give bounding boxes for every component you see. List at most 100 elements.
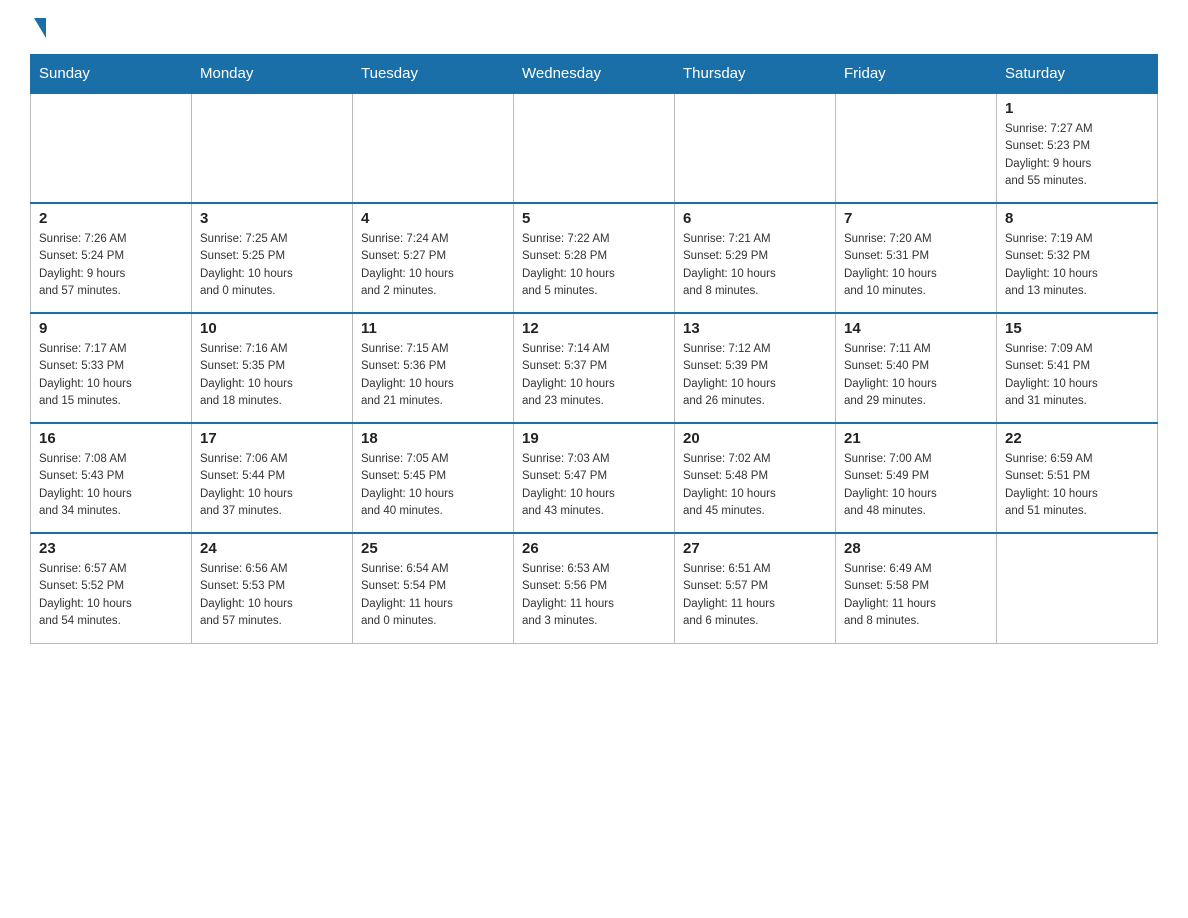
page-header <box>30 20 1158 34</box>
calendar-cell <box>31 93 192 203</box>
day-info: Sunrise: 7:16 AM Sunset: 5:35 PM Dayligh… <box>200 341 344 410</box>
calendar-cell: 14 Sunrise: 7:11 AM Sunset: 5:40 PM Dayli… <box>836 313 997 423</box>
calendar-cell: 7 Sunrise: 7:20 AM Sunset: 5:31 PM Daylig… <box>836 203 997 313</box>
day-number: 4 <box>361 210 505 227</box>
day-info: Sunrise: 7:08 AM Sunset: 5:43 PM Dayligh… <box>39 451 183 520</box>
day-number: 3 <box>200 210 344 227</box>
day-number: 9 <box>39 320 183 337</box>
week-row-1: 2 Sunrise: 7:26 AM Sunset: 5:24 PM Daylig… <box>31 203 1158 313</box>
day-info: Sunrise: 7:11 AM Sunset: 5:40 PM Dayligh… <box>844 341 988 410</box>
day-number: 28 <box>844 540 988 557</box>
calendar-cell: 28 Sunrise: 6:49 AM Sunset: 5:58 PM Dayli… <box>836 533 997 643</box>
day-number: 6 <box>683 210 827 227</box>
calendar-cell <box>675 93 836 203</box>
day-info: Sunrise: 6:57 AM Sunset: 5:52 PM Dayligh… <box>39 561 183 630</box>
day-number: 14 <box>844 320 988 337</box>
day-number: 10 <box>200 320 344 337</box>
day-number: 17 <box>200 430 344 447</box>
weekday-header-saturday: Saturday <box>997 55 1158 94</box>
day-number: 13 <box>683 320 827 337</box>
calendar-table: SundayMondayTuesdayWednesdayThursdayFrid… <box>30 54 1158 644</box>
weekday-header-row: SundayMondayTuesdayWednesdayThursdayFrid… <box>31 55 1158 94</box>
day-info: Sunrise: 6:51 AM Sunset: 5:57 PM Dayligh… <box>683 561 827 630</box>
calendar-cell: 10 Sunrise: 7:16 AM Sunset: 5:35 PM Dayli… <box>192 313 353 423</box>
week-row-2: 9 Sunrise: 7:17 AM Sunset: 5:33 PM Daylig… <box>31 313 1158 423</box>
day-info: Sunrise: 6:49 AM Sunset: 5:58 PM Dayligh… <box>844 561 988 630</box>
calendar-cell: 1 Sunrise: 7:27 AM Sunset: 5:23 PM Daylig… <box>997 93 1158 203</box>
calendar-cell: 4 Sunrise: 7:24 AM Sunset: 5:27 PM Daylig… <box>353 203 514 313</box>
calendar-cell: 23 Sunrise: 6:57 AM Sunset: 5:52 PM Dayli… <box>31 533 192 643</box>
day-info: Sunrise: 6:59 AM Sunset: 5:51 PM Dayligh… <box>1005 451 1149 520</box>
day-number: 5 <box>522 210 666 227</box>
calendar-cell: 3 Sunrise: 7:25 AM Sunset: 5:25 PM Daylig… <box>192 203 353 313</box>
day-info: Sunrise: 7:27 AM Sunset: 5:23 PM Dayligh… <box>1005 121 1149 190</box>
logo-arrow-icon <box>34 18 46 38</box>
day-info: Sunrise: 7:15 AM Sunset: 5:36 PM Dayligh… <box>361 341 505 410</box>
day-info: Sunrise: 6:54 AM Sunset: 5:54 PM Dayligh… <box>361 561 505 630</box>
day-number: 22 <box>1005 430 1149 447</box>
weekday-header-friday: Friday <box>836 55 997 94</box>
calendar-cell <box>192 93 353 203</box>
day-info: Sunrise: 7:12 AM Sunset: 5:39 PM Dayligh… <box>683 341 827 410</box>
calendar-cell: 27 Sunrise: 6:51 AM Sunset: 5:57 PM Dayli… <box>675 533 836 643</box>
calendar-cell: 5 Sunrise: 7:22 AM Sunset: 5:28 PM Daylig… <box>514 203 675 313</box>
day-info: Sunrise: 7:24 AM Sunset: 5:27 PM Dayligh… <box>361 231 505 300</box>
calendar-cell: 19 Sunrise: 7:03 AM Sunset: 5:47 PM Dayli… <box>514 423 675 533</box>
day-number: 12 <box>522 320 666 337</box>
day-info: Sunrise: 7:22 AM Sunset: 5:28 PM Dayligh… <box>522 231 666 300</box>
day-info: Sunrise: 7:09 AM Sunset: 5:41 PM Dayligh… <box>1005 341 1149 410</box>
day-number: 1 <box>1005 100 1149 117</box>
day-info: Sunrise: 7:06 AM Sunset: 5:44 PM Dayligh… <box>200 451 344 520</box>
day-number: 19 <box>522 430 666 447</box>
day-number: 23 <box>39 540 183 557</box>
day-number: 2 <box>39 210 183 227</box>
calendar-cell <box>514 93 675 203</box>
day-number: 27 <box>683 540 827 557</box>
calendar-cell: 9 Sunrise: 7:17 AM Sunset: 5:33 PM Daylig… <box>31 313 192 423</box>
day-info: Sunrise: 7:00 AM Sunset: 5:49 PM Dayligh… <box>844 451 988 520</box>
day-number: 26 <box>522 540 666 557</box>
calendar-cell: 16 Sunrise: 7:08 AM Sunset: 5:43 PM Dayli… <box>31 423 192 533</box>
day-number: 25 <box>361 540 505 557</box>
day-number: 15 <box>1005 320 1149 337</box>
calendar-cell: 6Sunrise: 7:21 AM Sunset: 5:29 PM Daylig… <box>675 203 836 313</box>
week-row-0: 1 Sunrise: 7:27 AM Sunset: 5:23 PM Daylig… <box>31 93 1158 203</box>
calendar-cell: 13 Sunrise: 7:12 AM Sunset: 5:39 PM Dayli… <box>675 313 836 423</box>
week-row-3: 16 Sunrise: 7:08 AM Sunset: 5:43 PM Dayli… <box>31 423 1158 533</box>
day-number: 16 <box>39 430 183 447</box>
day-info: Sunrise: 7:20 AM Sunset: 5:31 PM Dayligh… <box>844 231 988 300</box>
calendar-cell: 12 Sunrise: 7:14 AM Sunset: 5:37 PM Dayli… <box>514 313 675 423</box>
calendar-cell <box>836 93 997 203</box>
day-info: Sunrise: 7:02 AM Sunset: 5:48 PM Dayligh… <box>683 451 827 520</box>
day-number: 20 <box>683 430 827 447</box>
day-info: Sunrise: 7:17 AM Sunset: 5:33 PM Dayligh… <box>39 341 183 410</box>
calendar-cell: 2 Sunrise: 7:26 AM Sunset: 5:24 PM Daylig… <box>31 203 192 313</box>
day-info: Sunrise: 7:25 AM Sunset: 5:25 PM Dayligh… <box>200 231 344 300</box>
calendar-cell: 25 Sunrise: 6:54 AM Sunset: 5:54 PM Dayli… <box>353 533 514 643</box>
day-number: 18 <box>361 430 505 447</box>
day-number: 24 <box>200 540 344 557</box>
day-info: Sunrise: 7:19 AM Sunset: 5:32 PM Dayligh… <box>1005 231 1149 300</box>
calendar-cell <box>353 93 514 203</box>
calendar-cell: 22 Sunrise: 6:59 AM Sunset: 5:51 PM Dayli… <box>997 423 1158 533</box>
logo <box>30 20 46 34</box>
week-row-4: 23 Sunrise: 6:57 AM Sunset: 5:52 PM Dayli… <box>31 533 1158 643</box>
day-info: Sunrise: 7:14 AM Sunset: 5:37 PM Dayligh… <box>522 341 666 410</box>
day-number: 7 <box>844 210 988 227</box>
day-info: Sunrise: 7:05 AM Sunset: 5:45 PM Dayligh… <box>361 451 505 520</box>
weekday-header-wednesday: Wednesday <box>514 55 675 94</box>
calendar-cell: 11Sunrise: 7:15 AM Sunset: 5:36 PM Dayli… <box>353 313 514 423</box>
calendar-cell: 18 Sunrise: 7:05 AM Sunset: 5:45 PM Dayli… <box>353 423 514 533</box>
day-number: 8 <box>1005 210 1149 227</box>
calendar-cell <box>997 533 1158 643</box>
day-info: Sunrise: 6:56 AM Sunset: 5:53 PM Dayligh… <box>200 561 344 630</box>
weekday-header-thursday: Thursday <box>675 55 836 94</box>
day-info: Sunrise: 7:03 AM Sunset: 5:47 PM Dayligh… <box>522 451 666 520</box>
calendar-cell: 21 Sunrise: 7:00 AM Sunset: 5:49 PM Dayli… <box>836 423 997 533</box>
weekday-header-sunday: Sunday <box>31 55 192 94</box>
day-number: 21 <box>844 430 988 447</box>
day-info: Sunrise: 7:26 AM Sunset: 5:24 PM Dayligh… <box>39 231 183 300</box>
calendar-cell: 8 Sunrise: 7:19 AM Sunset: 5:32 PM Daylig… <box>997 203 1158 313</box>
day-info: Sunrise: 6:53 AM Sunset: 5:56 PM Dayligh… <box>522 561 666 630</box>
weekday-header-tuesday: Tuesday <box>353 55 514 94</box>
